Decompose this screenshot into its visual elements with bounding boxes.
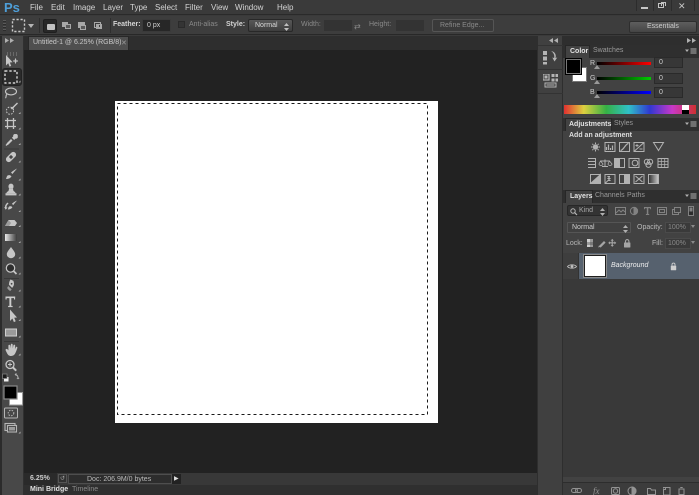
svg-text:fx: fx [593, 486, 600, 495]
